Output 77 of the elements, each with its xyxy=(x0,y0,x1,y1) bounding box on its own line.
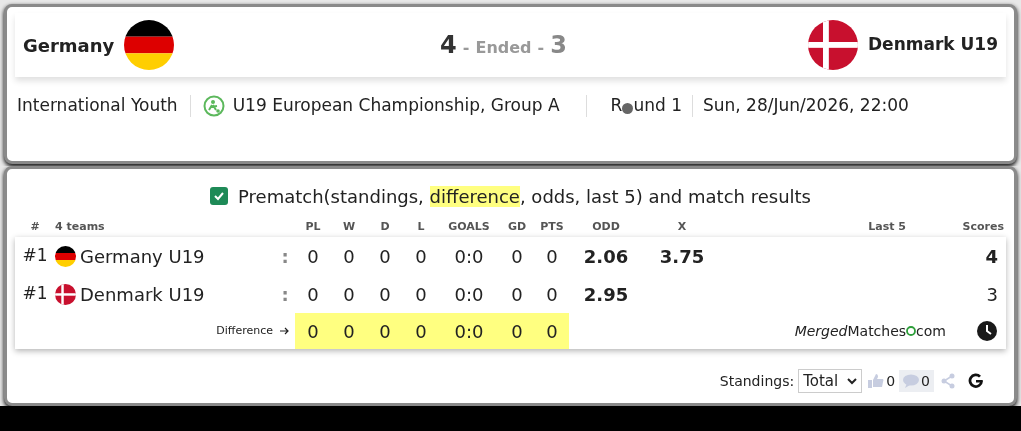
column-header: # xyxy=(29,218,41,235)
team-name[interactable]: Denmark U19 xyxy=(80,280,205,308)
category-text: International Youth xyxy=(16,94,178,118)
column-header: GD xyxy=(506,218,528,235)
column-header: Scores xyxy=(961,218,1005,235)
comment-button[interactable]: 0 xyxy=(899,370,934,392)
difference-cell: 0 xyxy=(499,313,535,349)
flag-icon xyxy=(55,283,76,305)
rank-cell-text: #1 xyxy=(21,282,49,306)
prematch-label: Prematch(standings, difference, odds, last 5) and match results xyxy=(238,184,811,209)
column-header: L xyxy=(416,218,426,235)
stat-cell-text: 0 xyxy=(306,282,320,307)
stat-cell-text: 0 xyxy=(414,282,428,307)
match-datetime: Sun, 28/Jun/2026, 22:00 xyxy=(702,94,909,118)
difference-cell: 0:0 xyxy=(439,313,499,349)
column-header: W xyxy=(341,218,357,235)
home-team-name: Germany xyxy=(23,33,115,58)
difference-cell: 0 xyxy=(535,313,569,349)
odd-cell-text: 3.75 xyxy=(658,244,706,269)
stat-cell-text: 0 xyxy=(545,282,559,307)
separator-text: - xyxy=(537,37,545,59)
thumbs-up-icon xyxy=(868,374,885,388)
separator-text: : xyxy=(280,282,290,307)
stat-cell-text: 0:0 xyxy=(453,282,485,307)
google-icon[interactable] xyxy=(968,373,984,389)
stat-cell-text: 0 xyxy=(545,244,559,269)
difference-cell: 0 xyxy=(331,313,367,349)
column-header: 4 teams xyxy=(55,218,106,235)
home-score: 4 xyxy=(440,30,457,61)
stat-cell-text: 0 xyxy=(414,244,428,269)
competition-link[interactable]: U19 European Championship, Group A xyxy=(232,93,560,119)
team-name[interactable]: Germany U19 xyxy=(80,242,205,270)
stat-cell-text: 0 xyxy=(378,244,392,269)
like-button[interactable]: 0 xyxy=(868,370,896,392)
match-status: Ended xyxy=(475,37,532,59)
difference-cell: 0 xyxy=(367,313,403,349)
column-header: Last 5 xyxy=(867,218,907,235)
separator-text: - xyxy=(462,37,470,59)
check-icon xyxy=(213,190,225,202)
stat-cell-text: 0 xyxy=(342,282,356,307)
column-header: ODD xyxy=(591,218,621,235)
column-header: PL xyxy=(304,218,322,235)
column-header: PTS xyxy=(539,218,565,235)
column-header: GOALS xyxy=(447,218,491,235)
score-cell-text: 3 xyxy=(985,282,999,307)
separator-text: : xyxy=(280,244,290,269)
flag-icon xyxy=(124,20,175,70)
away-team-name: Denmark U19 xyxy=(868,33,998,57)
away-score: 3 xyxy=(550,30,567,61)
flag-icon xyxy=(808,20,858,70)
arrow-right-icon xyxy=(279,326,289,336)
stat-cell-text: 0:0 xyxy=(453,244,485,269)
score-cell-text: 4 xyxy=(984,244,999,269)
comment-icon xyxy=(903,374,920,388)
stat-cell-text: 0 xyxy=(510,244,524,269)
stat-cell-text: 0 xyxy=(342,244,356,269)
odd-cell-text: 2.06 xyxy=(582,244,630,269)
standings-select[interactable]: Total xyxy=(798,369,863,393)
stat-cell-text: 0 xyxy=(306,244,320,269)
odd-cell-text: 2.95 xyxy=(582,282,630,307)
flag-icon xyxy=(55,245,76,267)
clock-icon[interactable] xyxy=(976,320,998,342)
prematch-checkbox[interactable] xyxy=(210,187,228,205)
column-header: X xyxy=(676,218,688,235)
chevron-down-icon xyxy=(847,377,858,385)
soccer-player-icon xyxy=(202,95,225,117)
difference-cell: 0 xyxy=(295,313,331,349)
column-header: D xyxy=(379,218,391,235)
round-text: R xyxy=(610,94,623,118)
difference-label: Difference xyxy=(216,322,273,339)
round-text: und 1 xyxy=(633,94,682,118)
stat-cell-text: 0 xyxy=(378,282,392,307)
difference-cell: 0 xyxy=(403,313,439,349)
rank-cell-text: #1 xyxy=(21,244,49,268)
brand-logo[interactable]: MergedMatches com xyxy=(794,320,946,342)
stat-cell-text: 0 xyxy=(510,282,524,307)
standings-label: Standings: xyxy=(719,371,795,391)
